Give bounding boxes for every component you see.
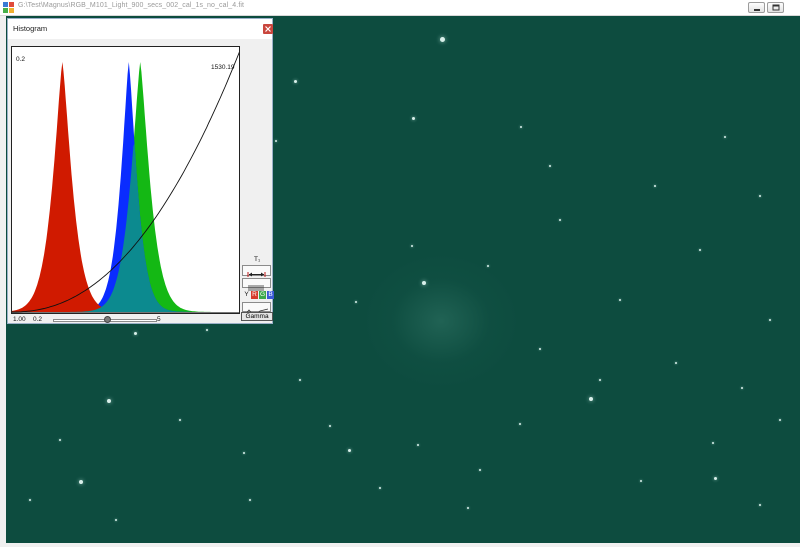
range-button[interactable] (242, 265, 271, 277)
gamma-slider-thumb[interactable] (103, 316, 111, 323)
star (640, 480, 642, 482)
star (410, 244, 414, 248)
app-icon (3, 2, 14, 13)
star (539, 348, 541, 350)
star (589, 397, 593, 401)
star (293, 79, 297, 83)
window-title: G:\Test\Magnus\RGB_M101_Light_900_secs_0… (18, 2, 245, 9)
restore-button[interactable] (767, 2, 784, 13)
histogram-title-bar[interactable]: Histogram (8, 19, 273, 39)
star (249, 499, 251, 501)
star (379, 487, 381, 489)
star (519, 423, 521, 425)
histogram-chart (12, 51, 239, 313)
histogram-close-button[interactable] (263, 24, 273, 34)
star (487, 265, 489, 267)
star (619, 299, 621, 301)
star (675, 362, 677, 364)
galaxy-glow (366, 256, 516, 386)
star (723, 135, 727, 139)
star (107, 399, 111, 403)
slider-min-label: 0.2 (33, 316, 43, 323)
t1-label: T₁ (254, 256, 261, 263)
close-icon (265, 26, 271, 32)
star (133, 331, 137, 335)
star (417, 444, 419, 446)
slider-max-label: 5 (157, 316, 161, 323)
bins-button[interactable] (242, 278, 271, 291)
star (467, 507, 469, 509)
star (59, 439, 61, 441)
star (422, 281, 426, 285)
star (479, 469, 481, 471)
star (759, 504, 761, 506)
histogram-plot[interactable]: 0.2 1530.19 (11, 46, 240, 314)
curve-mode-button[interactable] (242, 302, 271, 316)
star (779, 419, 781, 421)
star (741, 387, 743, 389)
gamma-value-label: 1.00 (13, 316, 26, 323)
star (115, 519, 117, 521)
plot-label-left: 0.2 (16, 56, 26, 63)
star (179, 419, 181, 421)
star (559, 219, 561, 221)
star (206, 329, 208, 331)
star (654, 185, 656, 187)
star (439, 36, 445, 42)
star (299, 379, 301, 381)
star (549, 165, 551, 167)
star (769, 319, 771, 321)
channel-r[interactable]: R (251, 291, 258, 299)
star (519, 125, 523, 129)
minimize-button[interactable] (748, 2, 765, 13)
star (699, 249, 701, 251)
star (599, 379, 601, 381)
star (712, 442, 714, 444)
channel-g[interactable]: G (259, 291, 266, 299)
star (79, 480, 83, 484)
star (347, 448, 351, 452)
channel-y[interactable]: Y (243, 291, 250, 299)
star (759, 195, 761, 197)
status-bar (0, 543, 800, 547)
star (243, 452, 245, 454)
gamma-button[interactable]: Gamma (241, 312, 273, 321)
histogram-baseline (12, 312, 239, 313)
star (355, 301, 357, 303)
minimize-icon (754, 9, 760, 11)
star (713, 476, 717, 480)
main-title-bar: G:\Test\Magnus\RGB_M101_Light_900_secs_0… (0, 0, 800, 16)
star (329, 425, 331, 427)
star (411, 116, 415, 120)
restore-icon (772, 4, 780, 11)
histogram-title: Histogram (13, 24, 48, 33)
plot-label-right: 1530.19 (211, 64, 235, 71)
star (274, 139, 278, 143)
channel-b[interactable]: B (267, 291, 274, 299)
star (29, 499, 31, 501)
histogram-window: Histogram 0.2 1530.19 1.00 0.2 5 T₁ Y R … (7, 18, 274, 324)
